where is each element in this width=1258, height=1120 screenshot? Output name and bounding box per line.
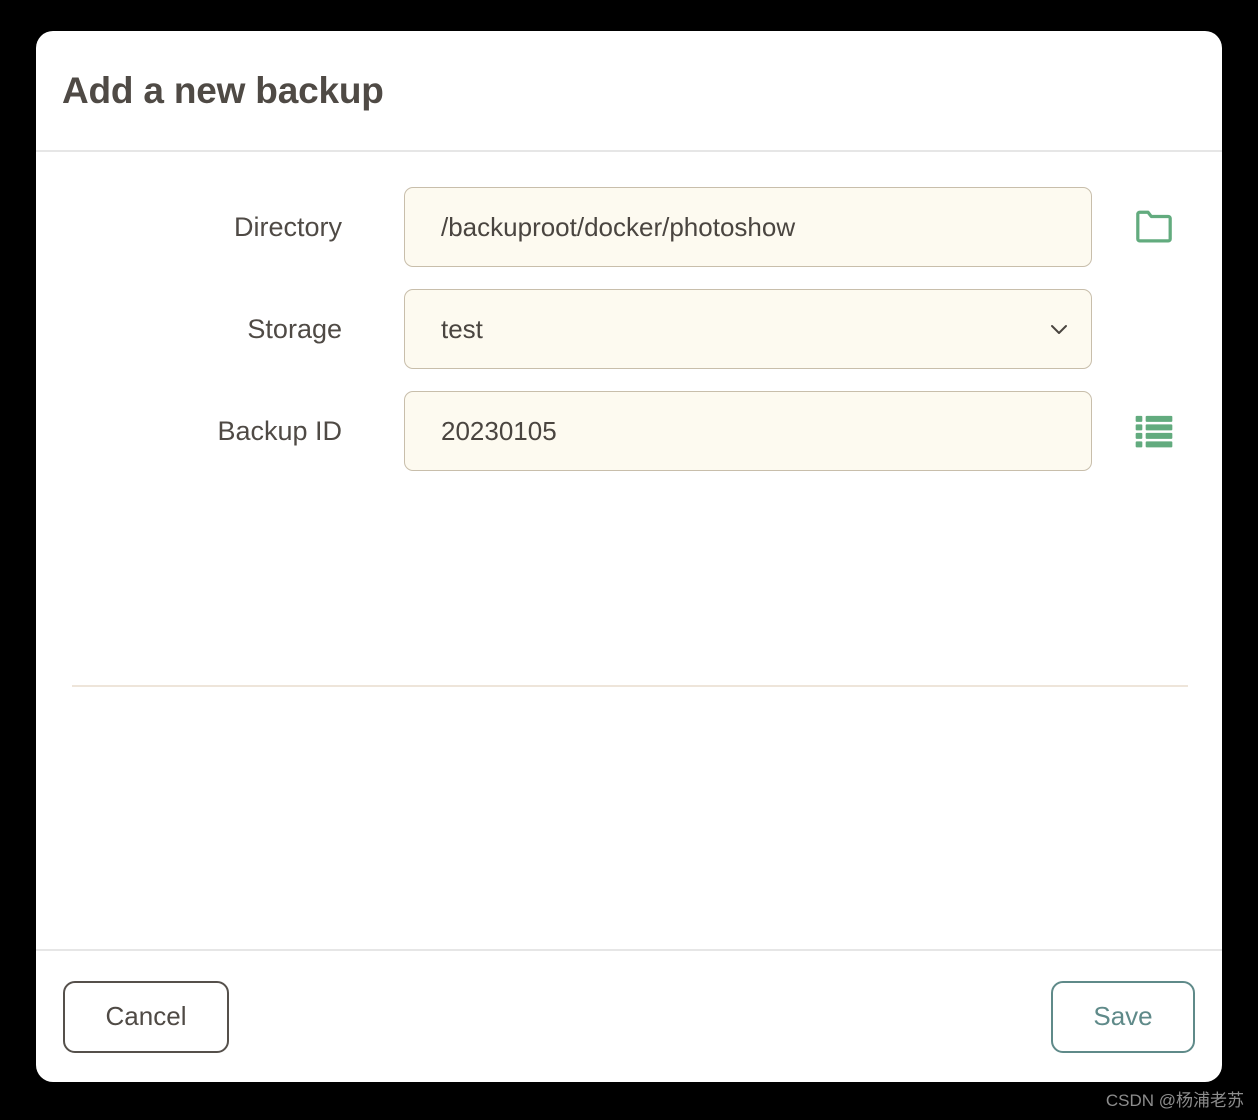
backup-id-field-control	[404, 391, 1092, 471]
directory-label: Directory	[36, 212, 342, 243]
screen-backdrop: Add a new backup Directory	[0, 0, 1258, 1120]
dialog-title: Add a new backup	[62, 70, 384, 112]
storage-select-wrap: test	[404, 289, 1092, 369]
form-row-backup-id: Backup ID	[36, 391, 1222, 471]
storage-action-placeholder	[1130, 305, 1178, 353]
storage-select[interactable]: test	[404, 289, 1092, 369]
directory-input[interactable]	[404, 187, 1092, 267]
backup-id-label: Backup ID	[36, 416, 342, 447]
storage-field-control: test	[404, 289, 1092, 369]
form-row-directory: Directory	[36, 187, 1222, 267]
watermark: CSDN @杨浦老苏	[1106, 1086, 1244, 1111]
dialog-header: Add a new backup	[36, 31, 1222, 152]
dialog-body: Directory Storage	[36, 152, 1222, 949]
dialog-footer: Cancel Save	[36, 949, 1222, 1082]
folder-browse-button[interactable]	[1130, 203, 1178, 251]
storage-label: Storage	[36, 314, 342, 345]
save-button[interactable]: Save	[1051, 981, 1195, 1053]
backup-id-list-button[interactable]	[1130, 407, 1178, 455]
backup-id-input[interactable]	[404, 391, 1092, 471]
form-row-storage: Storage test	[36, 289, 1222, 369]
directory-field-control	[404, 187, 1092, 267]
add-backup-dialog: Add a new backup Directory	[36, 31, 1222, 1082]
inner-divider	[72, 685, 1188, 687]
folder-icon	[1134, 209, 1174, 246]
list-icon	[1134, 410, 1174, 453]
cancel-button[interactable]: Cancel	[63, 981, 229, 1053]
